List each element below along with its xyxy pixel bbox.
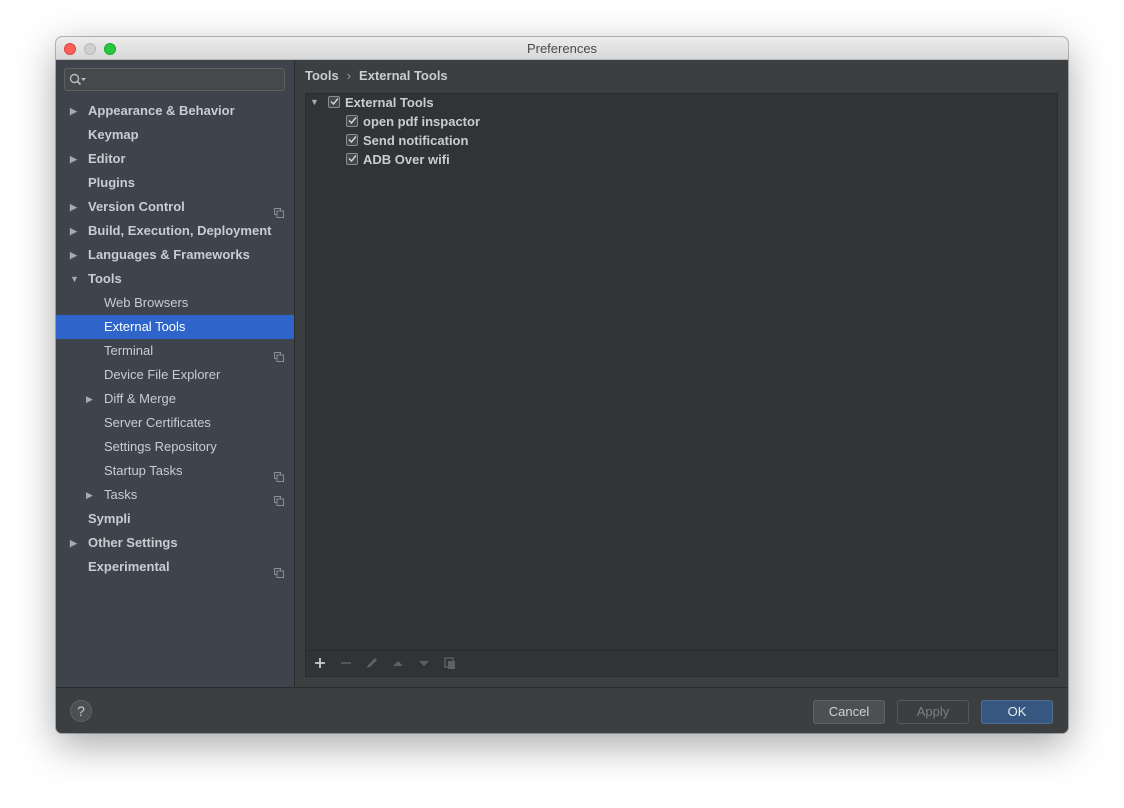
sidebar-item-device-file-explorer[interactable]: Device File Explorer: [56, 363, 294, 387]
collapsed-arrow-icon[interactable]: ▶: [86, 483, 96, 507]
check-icon: [330, 98, 339, 106]
sidebar-item-other-settings[interactable]: ▶ Other Settings: [56, 531, 294, 555]
breadcrumb-current: External Tools: [359, 68, 448, 83]
sidebar-item-label: Keymap: [88, 127, 139, 142]
sidebar-item-label: Appearance & Behavior: [88, 103, 235, 118]
project-level-icon: [274, 490, 284, 506]
copy-icon[interactable]: [442, 655, 458, 671]
sidebar-item-build-execution-deployment[interactable]: ▶ Build, Execution, Deployment: [56, 219, 294, 243]
sidebar-item-settings-repository[interactable]: Settings Repository: [56, 435, 294, 459]
tree-tool-row[interactable]: ADB Over wifi: [306, 150, 606, 169]
preferences-window: Preferences ▶ Appearance & Behavior Keymap…: [56, 37, 1068, 733]
edit-icon[interactable]: [364, 655, 380, 671]
sidebar-item-appearance-behavior[interactable]: ▶ Appearance & Behavior: [56, 99, 294, 123]
breadcrumb: Tools › External Tools: [305, 68, 448, 83]
add-icon[interactable]: [312, 655, 328, 671]
sidebar-item-label: External Tools: [104, 319, 186, 334]
breadcrumb-separator: ›: [346, 68, 352, 83]
sidebar-item-label: Tasks: [104, 487, 138, 502]
collapsed-arrow-icon[interactable]: ▶: [70, 531, 80, 555]
sidebar-item-server-certificates[interactable]: Server Certificates: [56, 411, 294, 435]
sidebar-item-label: Settings Repository: [104, 439, 217, 454]
apply-button[interactable]: Apply: [897, 700, 969, 724]
tree-toolbar: [306, 650, 1057, 676]
sidebar-item-label: Languages & Frameworks: [88, 247, 250, 262]
check-icon: [348, 136, 357, 144]
sidebar-item-plugins[interactable]: Plugins: [56, 171, 294, 195]
collapsed-arrow-icon[interactable]: ▶: [70, 147, 80, 171]
sidebar-item-startup-tasks[interactable]: Startup Tasks: [56, 459, 294, 483]
settings-sidebar: ▶ Appearance & Behavior Keymap ▶ Editor Plugi…: [56, 60, 295, 687]
sidebar-item-label: Web Browsers: [104, 295, 189, 310]
expanded-arrow-icon[interactable]: ▼: [310, 93, 319, 112]
project-level-icon: [274, 346, 284, 362]
sidebar-item-label: Plugins: [88, 175, 135, 190]
collapsed-arrow-icon[interactable]: ▶: [70, 243, 80, 267]
sidebar-item-tasks[interactable]: ▶ Tasks: [56, 483, 294, 507]
tool-checkbox[interactable]: [346, 134, 358, 146]
sidebar-item-label: Server Certificates: [104, 415, 211, 430]
search-input[interactable]: [64, 68, 285, 91]
tool-checkbox[interactable]: [346, 115, 358, 127]
remove-icon[interactable]: [338, 655, 354, 671]
tool-label: ADB Over wifi: [363, 152, 450, 167]
move-down-icon[interactable]: [416, 655, 432, 671]
sidebar-item-editor[interactable]: ▶ Editor: [56, 147, 294, 171]
sidebar-item-label: Sympli: [88, 511, 131, 526]
sidebar-item-label: Editor: [88, 151, 126, 166]
project-level-icon: [274, 562, 284, 578]
sidebar-item-label: Other Settings: [88, 535, 178, 550]
sidebar-item-sympli[interactable]: Sympli: [56, 507, 294, 531]
tool-label: Send notification: [363, 133, 469, 148]
project-level-icon: [274, 466, 284, 482]
help-button[interactable]: ?: [70, 700, 92, 722]
tree-group-row[interactable]: ▼ External Tools: [306, 93, 606, 112]
sidebar-item-external-tools[interactable]: External Tools: [56, 315, 294, 339]
window-title: Preferences: [526, 41, 598, 56]
collapsed-arrow-icon[interactable]: ▶: [70, 99, 80, 123]
search-icon: [69, 73, 86, 86]
external-tools-page: Tools › External Tools ▼ External Tools op…: [295, 60, 1068, 687]
sidebar-item-label: Diff & Merge: [104, 391, 177, 406]
dialog-footer: ? Cancel Apply OK: [56, 687, 1068, 733]
sidebar-item-terminal[interactable]: Terminal: [56, 339, 294, 363]
collapsed-arrow-icon[interactable]: ▶: [70, 219, 80, 243]
sidebar-item-label: Build, Execution, Deployment: [88, 223, 272, 238]
tree-group-label: External Tools: [345, 95, 434, 110]
sidebar-item-label: Version Control: [88, 199, 185, 214]
cancel-button[interactable]: Cancel: [813, 700, 885, 724]
sidebar-item-label: Tools: [88, 271, 122, 286]
expanded-arrow-icon[interactable]: ▼: [70, 267, 80, 291]
collapsed-arrow-icon[interactable]: ▶: [70, 195, 80, 219]
sidebar-item-version-control[interactable]: ▶ Version Control: [56, 195, 294, 219]
project-level-icon: [274, 202, 284, 218]
sidebar-item-label: Terminal: [104, 343, 154, 358]
check-icon: [348, 117, 357, 125]
sidebar-item-languages-frameworks[interactable]: ▶ Languages & Frameworks: [56, 243, 294, 267]
sidebar-item-keymap[interactable]: Keymap: [56, 123, 294, 147]
title-bar: Preferences: [56, 37, 1068, 60]
sidebar-item-label: Experimental: [88, 559, 170, 574]
check-icon: [348, 155, 357, 163]
collapsed-arrow-icon[interactable]: ▶: [86, 387, 96, 411]
tool-checkbox[interactable]: [346, 153, 358, 165]
sidebar-item-experimental[interactable]: Experimental: [56, 555, 294, 579]
sidebar-item-label: Startup Tasks: [104, 463, 183, 478]
breadcrumb-parent[interactable]: Tools: [305, 68, 339, 83]
tree-tool-row[interactable]: Send notification: [306, 131, 606, 150]
sidebar-item-label: Device File Explorer: [104, 367, 221, 382]
sidebar-item-web-browsers[interactable]: Web Browsers: [56, 291, 294, 315]
move-up-icon[interactable]: [390, 655, 406, 671]
group-checkbox[interactable]: [328, 96, 340, 108]
sidebar-item-tools[interactable]: ▼ Tools: [56, 267, 294, 291]
tree-tool-row[interactable]: open pdf inspactor: [306, 112, 606, 131]
external-tools-tree: ▼ External Tools open pdf inspactor Send …: [305, 93, 1058, 677]
ok-button[interactable]: OK: [981, 700, 1053, 724]
sidebar-item-diff-merge[interactable]: ▶ Diff & Merge: [56, 387, 294, 411]
tool-label: open pdf inspactor: [363, 114, 480, 129]
settings-nav-tree: ▶ Appearance & Behavior Keymap ▶ Editor Plugi…: [56, 99, 294, 579]
